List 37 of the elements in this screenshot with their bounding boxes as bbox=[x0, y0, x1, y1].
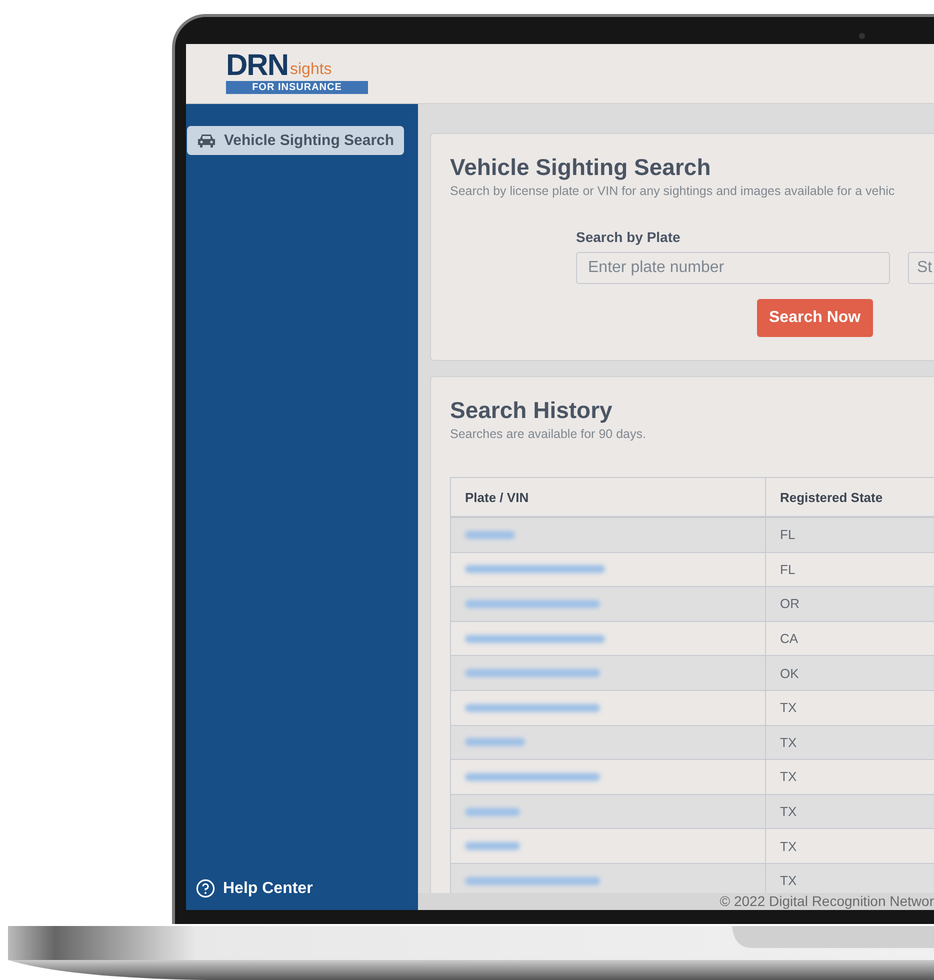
plate-input-field[interactable]: Enter plate number bbox=[576, 252, 890, 284]
blurred-plate-link[interactable] bbox=[465, 772, 600, 781]
camera-icon bbox=[859, 33, 865, 39]
blurred-plate-link[interactable] bbox=[465, 565, 605, 574]
blurred-plate-link[interactable] bbox=[465, 600, 600, 608]
card-subtitle: Search by license plate or VIN for any sightings and images available for a vehic bbox=[450, 184, 896, 198]
table-cell: TX bbox=[766, 828, 934, 864]
blurred-plate-link[interactable] bbox=[465, 808, 520, 816]
car-icon bbox=[197, 133, 216, 148]
blurred-plate-link[interactable] bbox=[465, 634, 605, 643]
blurred-plate-link[interactable] bbox=[465, 704, 600, 712]
help-icon bbox=[196, 879, 215, 898]
blurred-plate-link[interactable] bbox=[465, 876, 600, 885]
logo-suffix: sights bbox=[290, 61, 332, 79]
card-title: Search History bbox=[450, 397, 614, 424]
table-cell: TX bbox=[766, 794, 934, 829]
search-now-button[interactable]: Search Now bbox=[757, 299, 873, 337]
card-title: Vehicle Sighting Search bbox=[450, 154, 712, 181]
state-select-field[interactable]: St bbox=[908, 252, 934, 284]
blurred-plate-link[interactable] bbox=[465, 530, 515, 539]
field-label: Search by Plate bbox=[576, 229, 682, 245]
blurred-plate-link[interactable] bbox=[465, 669, 600, 678]
table-cell: FL bbox=[766, 517, 934, 552]
logo-text: DRN bbox=[226, 53, 288, 79]
sidebar-item[interactable]: Vehicle Sighting Search bbox=[187, 126, 404, 155]
help-center-link[interactable]: Help Center bbox=[196, 879, 418, 898]
table-cell: TX bbox=[766, 760, 934, 794]
blurred-plate-link[interactable] bbox=[465, 738, 525, 746]
table-cell: TX bbox=[766, 690, 934, 726]
logo-tagline: FOR INSURANCE bbox=[226, 81, 368, 94]
table-cell: TX bbox=[766, 863, 934, 893]
card-subtitle: Searches are available for 90 days. bbox=[450, 427, 647, 441]
table-cell: OR bbox=[766, 586, 934, 622]
footer-text: © 2022 Digital Recognition Networ bbox=[418, 893, 934, 910]
table-cell: TX bbox=[766, 725, 934, 760]
blurred-plate-link[interactable] bbox=[465, 842, 520, 850]
table-cell: OK bbox=[766, 656, 934, 690]
